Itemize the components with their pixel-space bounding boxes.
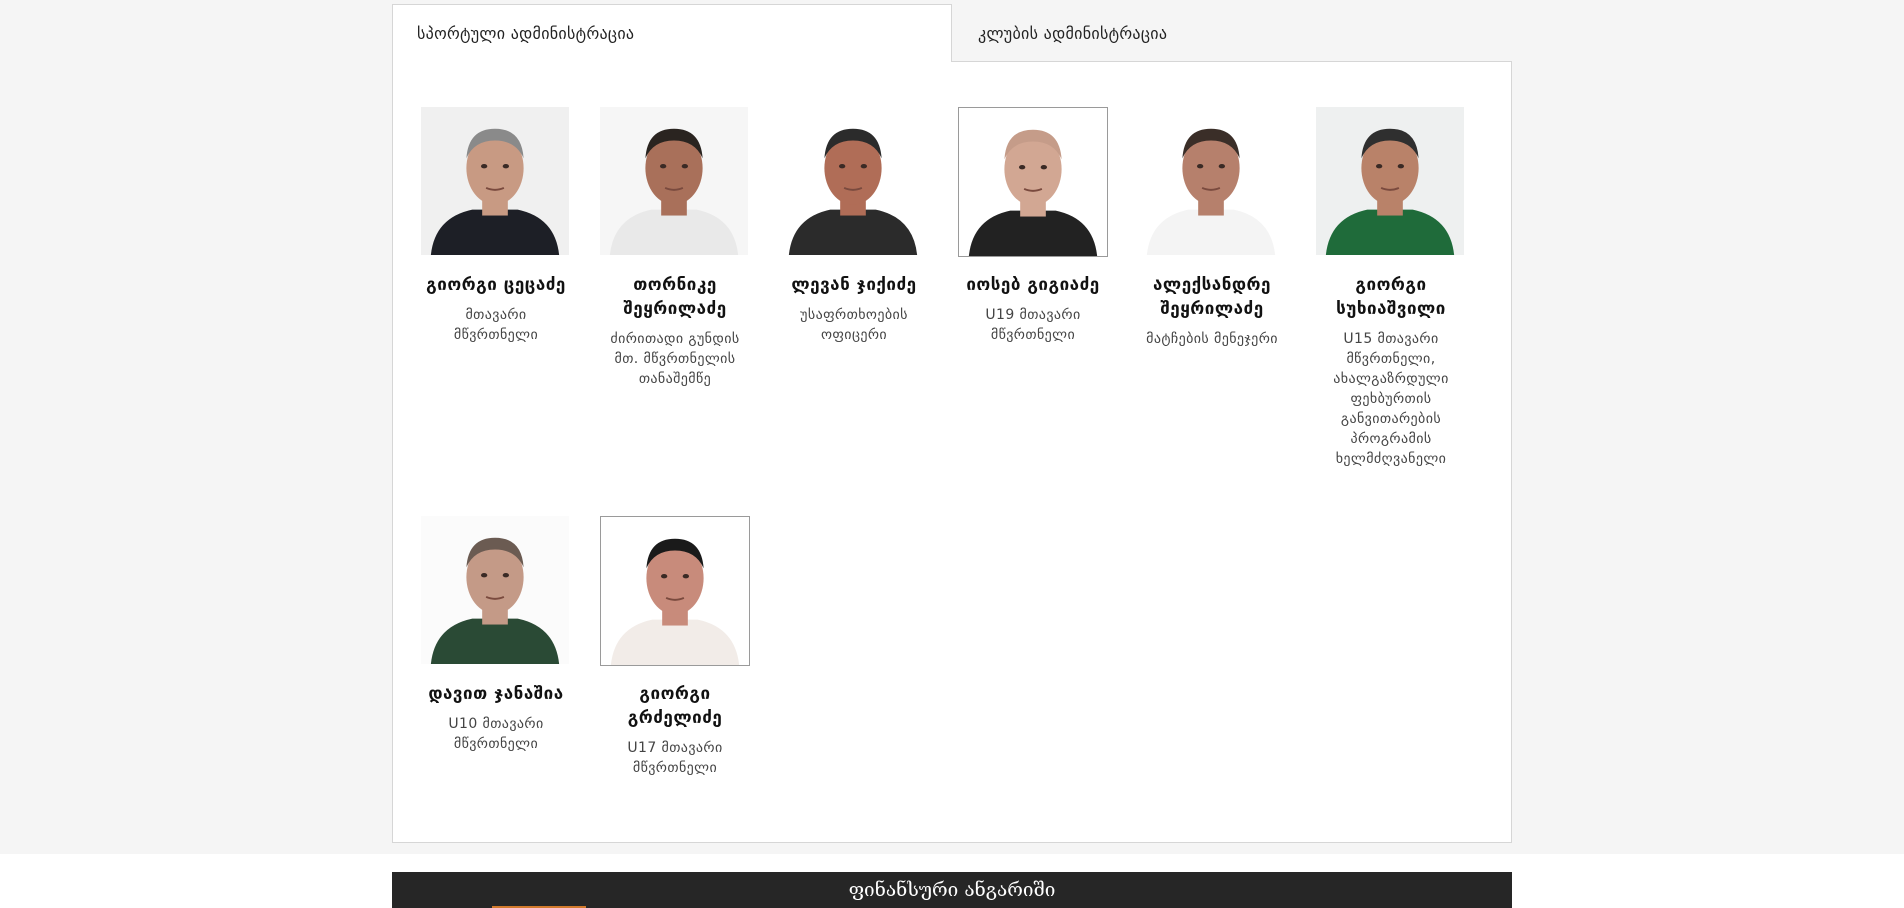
staff-role: მთავარი მწვრთნელი: [453, 307, 539, 343]
tab-bar: სპორტული ადმინისტრაცია კლუბის ადმინისტრა…: [392, 4, 1512, 62]
staff-photo: [779, 107, 929, 257]
financial-report-bar[interactable]: ფინანსური ანგარიში: [392, 872, 1512, 908]
staff-photo: [958, 107, 1108, 257]
portrait-image: [1137, 107, 1285, 255]
staff-role: U17 მთავარი მწვრთნელი: [627, 740, 723, 776]
staff-name: თორნიკე შეყრილაძე: [623, 275, 727, 319]
staff-role: ძირითადი გუნდის მთ. მწვრთნელის თანაშემწე: [610, 331, 740, 387]
staff-photo: [1316, 107, 1466, 257]
tab-sports-administration[interactable]: სპორტული ადმინისტრაცია: [392, 4, 952, 62]
staff-panel: გიორგი ცეცაძე მთავარი მწვრთნელი თორნიკე …: [392, 61, 1512, 843]
staff-role: U10 მთავარი მწვრთნელი: [448, 716, 544, 752]
staff-name: დავით ჯანაშია: [428, 684, 564, 704]
staff-card[interactable]: გიორგი ცეცაძე მთავარი მწვრთნელი: [421, 107, 571, 345]
staff-photo: [600, 516, 750, 666]
staff-name: გიორგი ცეცაძე: [426, 275, 566, 295]
staff-card[interactable]: დავით ჯანაშია U10 მთავარი მწვრთნელი: [421, 516, 571, 754]
portrait-image: [959, 108, 1107, 256]
portrait-image: [421, 516, 569, 664]
staff-name: გიორგი გრძელიძე: [627, 684, 723, 728]
staff-photo: [421, 516, 571, 666]
staff-role: U19 მთავარი მწვრთნელი: [985, 307, 1081, 343]
staff-name: ალექსანდრე შეყრილაძე: [1153, 275, 1271, 319]
staff-name: იოსებ გიგიაძე: [966, 275, 1100, 295]
staff-role: U15 მთავარი მწვრთნელი, ახალგაზრდული ფეხბ…: [1333, 331, 1449, 467]
staff-photo: [421, 107, 571, 257]
staff-card[interactable]: ლევან ჯიქიძე უსაფრთხოების ოფიცერი: [779, 107, 929, 345]
staff-name: ლევან ჯიქიძე: [791, 275, 917, 295]
staff-role: მატჩების მენეჯერი: [1146, 331, 1278, 347]
tab-club-administration[interactable]: კლუბის ადმინისტრაცია: [952, 4, 1512, 62]
staff-photo: [600, 107, 750, 257]
staff-card[interactable]: გიორგი სუხიაშვილი U15 მთავარი მწვრთნელი,…: [1316, 107, 1466, 469]
financial-report-title[interactable]: ფინანსური ანგარიში: [849, 879, 1056, 901]
portrait-image: [600, 107, 748, 255]
staff-photo: [1137, 107, 1287, 257]
portrait-image: [779, 107, 927, 255]
portrait-image: [421, 107, 569, 255]
portrait-image: [601, 517, 749, 665]
staff-role: უსაფრთხოების ოფიცერი: [800, 307, 908, 343]
staff-name: გიორგი სუხიაშვილი: [1336, 275, 1446, 319]
staff-card[interactable]: თორნიკე შეყრილაძე ძირითადი გუნდის მთ. მწ…: [600, 107, 750, 389]
staff-card[interactable]: გიორგი გრძელიძე U17 მთავარი მწვრთნელი: [600, 516, 750, 778]
portrait-image: [1316, 107, 1464, 255]
staff-card[interactable]: ალექსანდრე შეყრილაძე მატჩების მენეჯერი: [1137, 107, 1287, 349]
staff-card[interactable]: იოსებ გიგიაძე U19 მთავარი მწვრთნელი: [958, 107, 1108, 345]
